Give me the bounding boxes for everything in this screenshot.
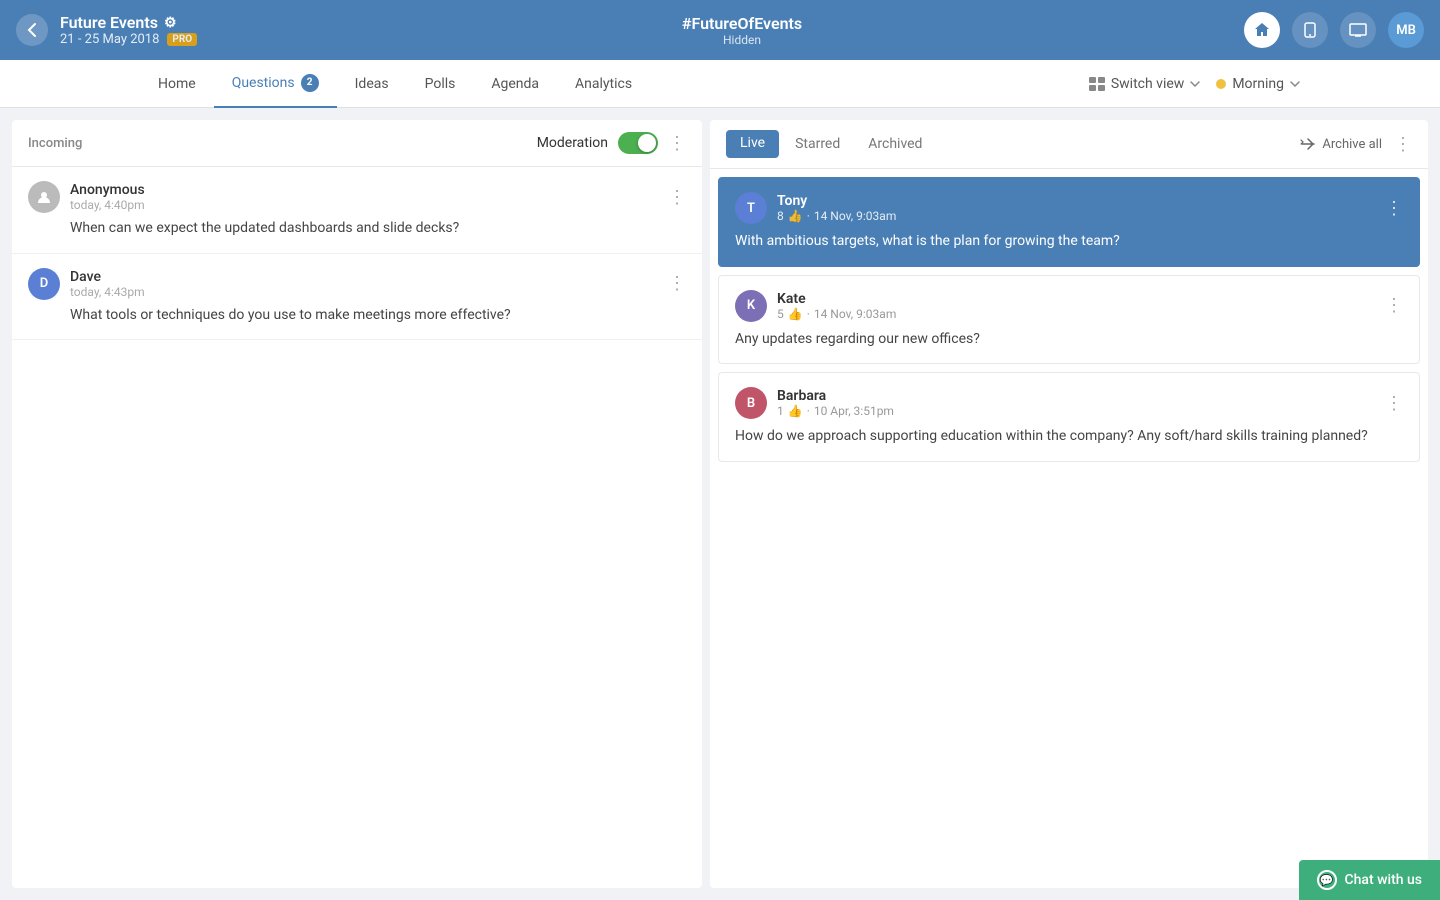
author-time: today, 4:40pm [70,198,145,212]
more-options-icon[interactable]: ⋮ [668,133,686,154]
author-time: today, 4:43pm [70,285,145,299]
question-item[interactable]: D Dave today, 4:43pm ⋮ What tools or tec… [12,254,702,341]
question-card[interactable]: T Tony 8 👍 · 14 Nov, 9:03am ⋮ [718,177,1420,267]
card-more-icon[interactable]: ⋮ [1385,198,1403,219]
nav-tabs: Home Questions 2 Ideas Polls Agenda Anal… [140,60,1089,108]
author-name: Dave [70,269,145,285]
display-icon-btn[interactable] [1340,12,1376,48]
switch-view-button[interactable]: Switch view [1089,76,1200,92]
tab-home[interactable]: Home [140,60,214,108]
right-panel-header: Live Starred Archived Archive all ⋮ [710,120,1428,169]
settings-icon[interactable]: ⚙ [164,15,177,31]
archive-all-icon [1300,138,1316,150]
incoming-panel: Incoming Moderation ⋮ Anonymo [12,120,702,888]
incoming-title: Incoming [28,136,82,151]
header: Future Events ⚙ 21 - 25 May 2018 PRO #Fu… [0,0,1440,60]
morning-chevron-icon [1290,81,1300,87]
card-more-icon[interactable]: ⋮ [1385,295,1403,316]
question-meta-info: 1 👍 · 10 Apr, 3:51pm [777,404,894,418]
navigation: Home Questions 2 Ideas Polls Agenda Anal… [0,60,1440,108]
morning-label: Morning [1232,76,1284,92]
tab-archived[interactable]: Archived [856,130,934,158]
thumb-icon: 👍 [788,307,803,321]
chat-label: Chat with us [1345,872,1422,888]
question-text: Any updates regarding our new offices? [735,330,1403,350]
tab-starred[interactable]: Starred [783,130,852,158]
mobile-icon-btn[interactable] [1292,12,1328,48]
chat-widget[interactable]: 💬 Chat with us [1299,860,1440,900]
content-area: Incoming Moderation ⋮ Anonymo [0,108,1440,900]
tab-ideas[interactable]: Ideas [337,60,407,108]
avatar: K [735,290,767,322]
switch-view-icon [1089,77,1105,91]
home-icon-btn[interactable] [1244,12,1280,48]
chevron-down-icon [1190,81,1200,87]
event-info: Future Events ⚙ 21 - 25 May 2018 PRO [60,13,515,47]
header-center: #FutureOfEvents Hidden [515,14,970,47]
thumb-icon: 👍 [788,404,803,418]
card-more-icon[interactable]: ⋮ [1385,393,1403,414]
hashtag: #FutureOfEvents [515,14,970,33]
chat-icon: 💬 [1317,870,1337,890]
question-card[interactable]: K Kate 5 👍 · 14 Nov, 9:03am ⋮ [718,275,1420,365]
question-text: What tools or techniques do you use to m… [28,306,686,326]
event-dates: 21 - 25 May 2018 [60,32,159,47]
incoming-header: Incoming Moderation ⋮ [12,120,702,167]
incoming-question-list: Anonymous today, 4:40pm ⋮ When can we ex… [12,167,702,888]
tab-questions[interactable]: Questions 2 [214,60,337,108]
question-more-icon[interactable]: ⋮ [668,273,686,294]
moderation-row: Moderation ⋮ [537,132,686,154]
question-cards: T Tony 8 👍 · 14 Nov, 9:03am ⋮ [710,169,1428,888]
right-more-icon[interactable]: ⋮ [1394,134,1412,155]
right-header-actions: Archive all ⋮ [1300,134,1412,155]
avatar: B [735,387,767,419]
author-name: Kate [777,291,896,307]
author-name: Barbara [777,388,894,404]
avatar [28,181,60,213]
hidden-label: Hidden [515,33,970,47]
question-text: How do we approach supporting education … [735,427,1403,447]
question-text: With ambitious targets, what is the plan… [735,232,1403,252]
morning-button[interactable]: Morning [1216,76,1300,92]
user-avatar[interactable]: MB [1388,12,1424,48]
back-button[interactable] [16,14,48,46]
tab-live[interactable]: Live [726,130,779,158]
header-actions: MB [969,12,1424,48]
tab-analytics[interactable]: Analytics [557,60,650,108]
archive-all-button[interactable]: Archive all [1300,137,1382,152]
author-name: Anonymous [70,182,145,198]
question-meta-info: 8 👍 · 14 Nov, 9:03am [777,209,896,223]
question-meta-info: 5 👍 · 14 Nov, 9:03am [777,307,896,321]
question-item[interactable]: Anonymous today, 4:40pm ⋮ When can we ex… [12,167,702,254]
avatar: T [735,192,767,224]
switch-view-label: Switch view [1111,76,1184,92]
questions-badge: 2 [301,74,319,92]
right-tabs: Live Starred Archived [726,130,934,158]
toggle-thumb [638,134,656,152]
author-name: Tony [777,193,896,209]
event-name: Future Events [60,13,158,32]
question-card[interactable]: B Barbara 1 👍 · 10 Apr, 3:51pm [718,372,1420,462]
pro-badge: PRO [167,33,197,46]
thumb-icon: 👍 [788,209,803,223]
tab-agenda[interactable]: Agenda [473,60,557,108]
tab-polls[interactable]: Polls [407,60,474,108]
moderation-label: Moderation [537,135,608,151]
nav-right: Switch view Morning [1089,76,1300,92]
avatar: D [28,268,60,300]
morning-dot [1216,79,1226,89]
question-more-icon[interactable]: ⋮ [668,187,686,208]
moderated-panel: Live Starred Archived Archive all ⋮ [710,120,1428,888]
archive-all-label: Archive all [1322,137,1382,152]
moderation-toggle[interactable] [618,132,658,154]
question-text: When can we expect the updated dashboard… [28,219,686,239]
